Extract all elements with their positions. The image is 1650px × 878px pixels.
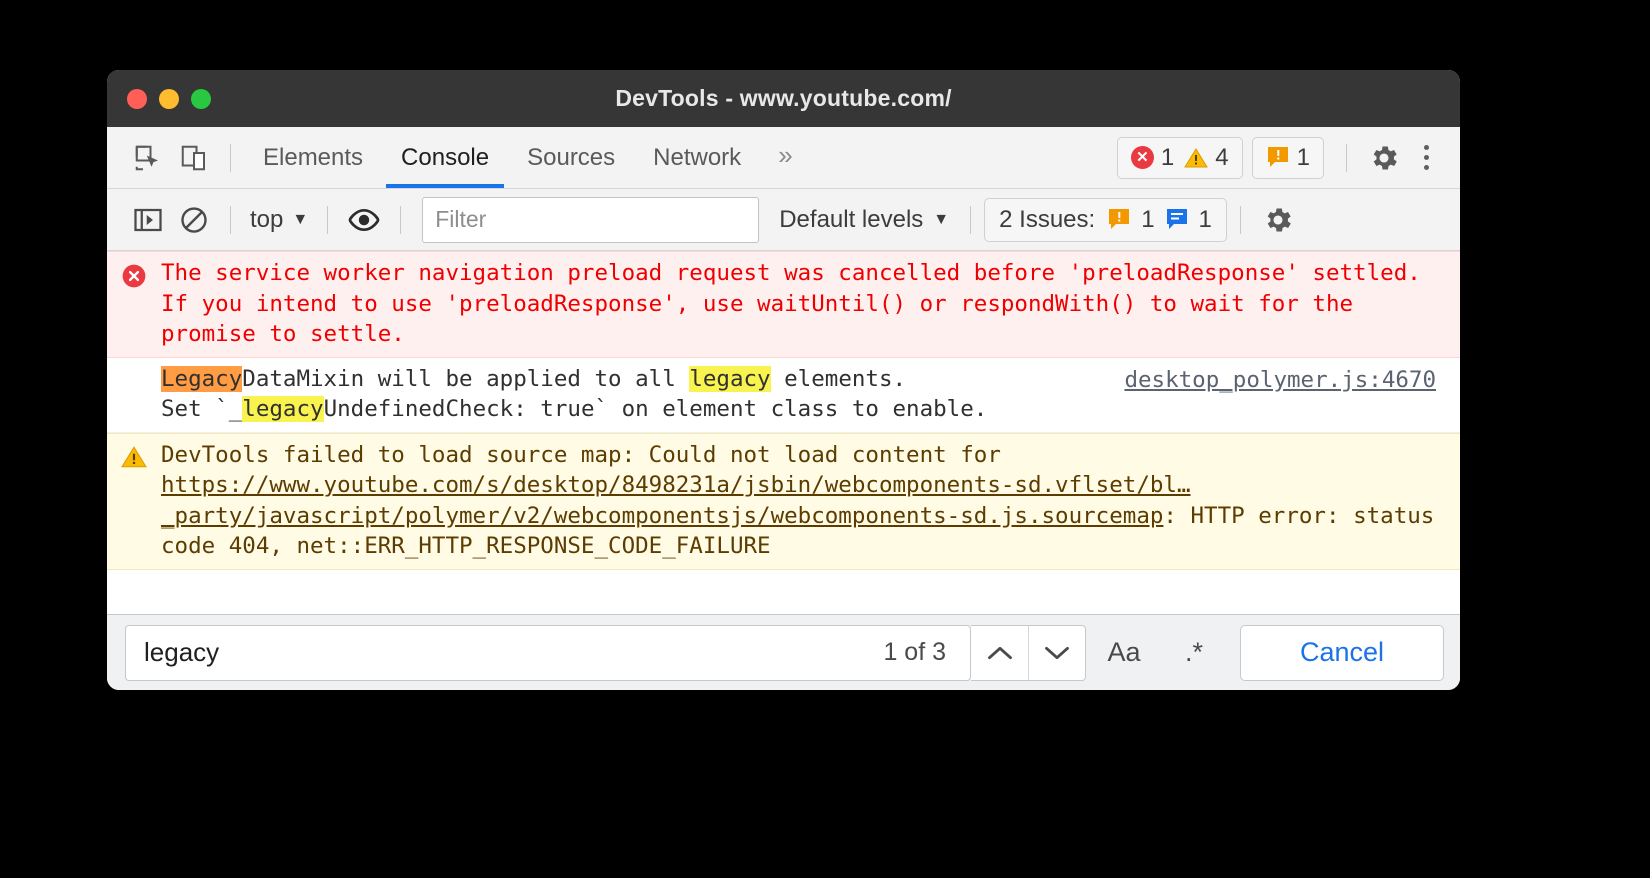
issue-count: 1 [1296,143,1310,171]
issue-bubble-icon [1266,146,1290,169]
device-toolbar-icon[interactable] [171,136,217,180]
kebab-menu-icon[interactable] [1408,135,1444,181]
tab-network[interactable]: Network [634,127,760,188]
console-message-warning[interactable]: DevTools failed to load source map: Coul… [107,432,1460,570]
close-window-button[interactable] [127,88,147,109]
issues-summary-button[interactable]: 2 Issues: 1 1 [984,197,1227,242]
search-query-value: legacy [144,637,220,667]
cancel-button[interactable]: Cancel [1240,624,1444,681]
message-gutter [107,364,161,425]
devtools-window: DevTools - www.youtube.com/ Elements Con… [107,70,1460,690]
issues-label: 2 Issues: [999,205,1096,233]
search-match-count: 1 of 3 [883,638,946,666]
window-controls [107,88,211,109]
error-circle-icon [122,264,146,288]
window-title-bar: DevTools - www.youtube.com/ [107,70,1460,127]
minimize-window-button[interactable] [159,88,179,109]
console-message-error[interactable]: The service worker navigation preload re… [107,251,1460,358]
tab-console[interactable]: Console [382,127,508,188]
toolbar-divider-right [1346,143,1347,172]
execution-context-label: top [250,205,284,233]
window-title: DevTools - www.youtube.com/ [615,85,952,111]
issue-counter[interactable]: 1 [1266,144,1310,172]
error-count: 1 [1160,143,1175,171]
warning-source-map-url[interactable]: https://www.youtube.com/s/desktop/849823… [161,472,1191,529]
chevron-down-icon: ▼ [292,210,309,228]
log-levels-label: Default levels [779,205,924,233]
maximize-window-button[interactable] [191,88,211,109]
kebab-dot [1423,145,1429,150]
panel-tabs: Elements Console Sources Network » [244,127,811,188]
info-line2-post: UndefinedCheck: true` on element class t… [323,396,988,422]
message-gutter [107,258,161,350]
info-text-post: elements. [770,365,907,392]
console-search-bar: legacy 1 of 3 Aa .* Cancel [107,614,1460,690]
devtools-tab-bar: Elements Console Sources Network » ✕ 1 4… [107,127,1460,189]
console-toolbar-divider-2 [327,205,329,234]
console-toolbar-divider-4 [970,205,972,234]
filter-input[interactable]: Filter [422,196,760,243]
search-match-active: Legacy [161,365,243,392]
gear-icon[interactable] [1360,135,1408,181]
console-toolbar: top ▼ Filter Default levels ▼ 2 Issues: [107,189,1460,251]
warning-message-text: DevTools failed to load source map: Coul… [161,440,1460,562]
issue-bubble-blue-icon [1165,208,1189,231]
toolbar-divider [230,143,231,172]
source-link[interactable]: desktop_polymer.js:4670 [1124,365,1436,396]
console-toolbar-divider-3 [400,205,402,234]
console-message-info[interactable]: LegacyDataMixin will be applied to all l… [107,357,1460,433]
kebab-dot [1423,165,1429,170]
more-tabs-chevron-icon[interactable]: » [760,140,810,175]
issues-blue-count: 1 [1198,205,1212,233]
info-line2-pre: Set `_ [161,396,243,422]
search-input[interactable]: legacy 1 of 3 [125,624,971,681]
warning-triangle-icon [1184,147,1209,169]
warning-count: 4 [1215,143,1229,171]
console-settings-gear-icon[interactable] [1254,197,1302,243]
inspect-cursor-icon[interactable] [125,136,171,180]
search-nav-buttons [971,624,1086,681]
issues-counter-group[interactable]: 1 [1251,136,1324,179]
chevron-up-icon[interactable] [971,626,1028,680]
regex-button[interactable]: .* [1162,625,1226,681]
tab-sources[interactable]: Sources [508,127,634,188]
error-circle-icon: ✕ [1130,146,1154,169]
clear-console-icon[interactable] [171,198,217,242]
issues-orange-count: 1 [1141,205,1155,233]
error-message-text: The service worker navigation preload re… [161,260,1435,347]
warning-triangle-icon [121,445,147,467]
search-match: legacy [242,396,324,422]
live-expression-eye-icon[interactable] [341,198,387,242]
console-message-list[interactable]: The service worker navigation preload re… [107,251,1460,614]
search-match: legacy [689,365,771,392]
kebab-dot [1423,155,1429,160]
console-toolbar-divider-5 [1239,205,1241,234]
info-text-mid: DataMixin will be applied to all [242,365,690,392]
log-levels-selector[interactable]: Default levels ▼ [771,206,957,234]
tab-bar-right-controls: ✕ 1 4 1 [1116,135,1444,181]
console-sidebar-icon[interactable] [125,198,171,242]
chevron-down-icon: ▼ [933,210,950,228]
execution-context-selector[interactable]: top ▼ [244,206,314,234]
error-warning-counters[interactable]: ✕ 1 4 [1116,136,1243,179]
warning-counter[interactable]: 4 [1184,143,1229,172]
issue-bubble-orange-icon [1107,208,1131,231]
tab-elements[interactable]: Elements [244,127,382,188]
chevron-down-icon[interactable] [1028,625,1085,680]
console-toolbar-divider-1 [230,205,231,234]
message-gutter [107,440,161,562]
error-counter[interactable]: ✕ 1 [1130,143,1175,172]
match-case-button[interactable]: Aa [1092,625,1156,681]
warning-prefix: DevTools failed to load source map: Coul… [161,441,1015,468]
